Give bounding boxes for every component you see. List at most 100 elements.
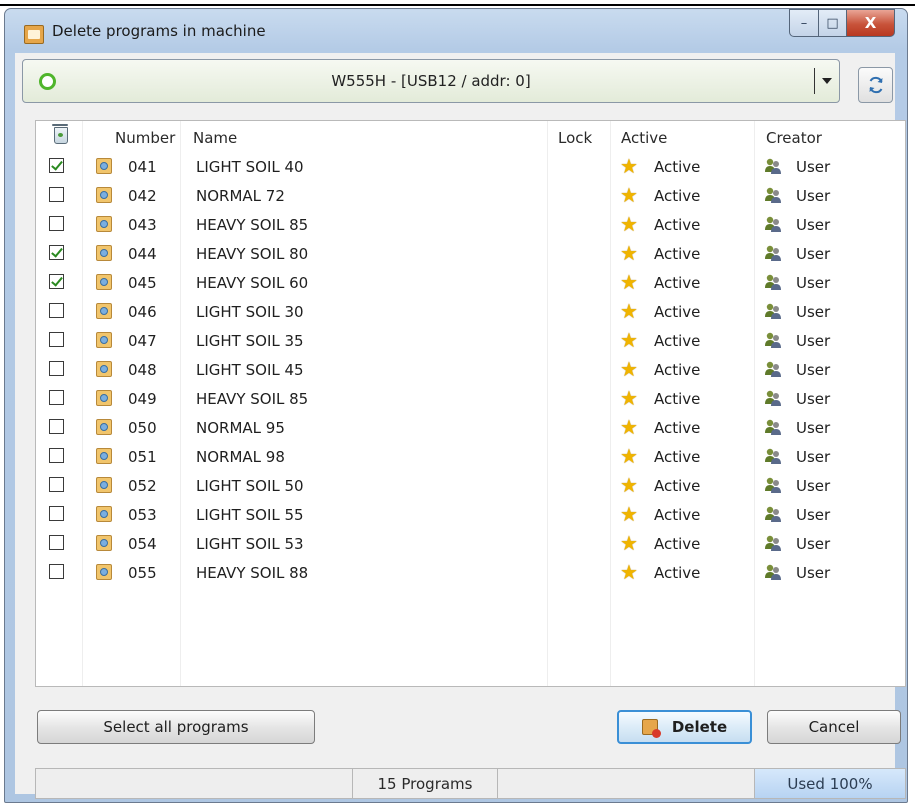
table-row[interactable]: 042 NORMAL 72 ★ Active User [36, 181, 905, 210]
chevron-down-icon[interactable] [814, 68, 837, 94]
machine-select[interactable]: W555H - [USB12 / addr: 0] [22, 59, 840, 103]
program-active: Active [654, 158, 701, 176]
users-icon [765, 448, 781, 464]
row-checkbox[interactable] [49, 158, 64, 173]
status-program-count: 15 Programs [352, 768, 498, 799]
column-header-number[interactable]: Number [115, 129, 175, 147]
row-checkbox[interactable] [49, 448, 64, 463]
program-creator: User [796, 187, 831, 205]
program-name: LIGHT SOIL 30 [196, 303, 304, 321]
refresh-icon [869, 76, 882, 94]
program-name: HEAVY SOIL 80 [196, 245, 309, 263]
row-checkbox[interactable] [49, 332, 64, 347]
table-row[interactable]: 047 LIGHT SOIL 35 ★ Active User [36, 326, 905, 355]
program-number: 054 [128, 535, 157, 553]
program-name: LIGHT SOIL 50 [196, 477, 304, 495]
row-checkbox[interactable] [49, 216, 64, 231]
table-row[interactable]: 055 HEAVY SOIL 88 ★ Active User [36, 558, 905, 587]
users-icon [765, 390, 781, 406]
trash-icon[interactable] [52, 124, 68, 144]
program-creator: User [796, 158, 831, 176]
row-checkbox[interactable] [49, 274, 64, 289]
row-checkbox[interactable] [49, 361, 64, 376]
program-creator: User [796, 274, 831, 292]
star-icon: ★ [620, 357, 638, 381]
row-checkbox[interactable] [49, 564, 64, 579]
table-header: Number Name Lock Active Creator [36, 121, 905, 153]
table-row[interactable]: 054 LIGHT SOIL 53 ★ Active User [36, 529, 905, 558]
cancel-button[interactable]: Cancel [767, 710, 901, 744]
status-cell-empty [35, 768, 353, 799]
program-creator: User [796, 216, 831, 234]
program-name: LIGHT SOIL 53 [196, 535, 304, 553]
star-icon: ★ [620, 328, 638, 352]
program-name: LIGHT SOIL 40 [196, 158, 304, 176]
program-number: 041 [128, 158, 157, 176]
program-active: Active [654, 216, 701, 234]
row-checkbox[interactable] [49, 506, 64, 521]
star-icon: ★ [620, 531, 638, 555]
table-row[interactable]: 049 HEAVY SOIL 85 ★ Active User [36, 384, 905, 413]
table-row[interactable]: 041 LIGHT SOIL 40 ★ Active User [36, 152, 905, 181]
program-file-icon [96, 303, 112, 319]
program-number: 049 [128, 390, 157, 408]
star-icon: ★ [620, 502, 638, 526]
program-file-icon [96, 448, 112, 464]
users-icon [765, 361, 781, 377]
program-active: Active [654, 332, 701, 350]
program-file-icon [96, 216, 112, 232]
program-number: 053 [128, 506, 157, 524]
program-file-icon [96, 158, 112, 174]
users-icon [765, 535, 781, 551]
column-header-lock[interactable]: Lock [558, 129, 592, 147]
refresh-button[interactable] [858, 67, 893, 103]
status-bar: 15 Programs Used 100% [35, 768, 906, 799]
column-header-creator[interactable]: Creator [766, 129, 822, 147]
table-row[interactable]: 052 LIGHT SOIL 50 ★ Active User [36, 471, 905, 500]
program-creator: User [796, 245, 831, 263]
table-row[interactable]: 051 NORMAL 98 ★ Active User [36, 442, 905, 471]
table-row[interactable]: 046 LIGHT SOIL 30 ★ Active User [36, 297, 905, 326]
row-checkbox[interactable] [49, 245, 64, 260]
delete-button-label: Delete [671, 718, 728, 736]
row-checkbox[interactable] [49, 303, 64, 318]
program-file-icon [96, 477, 112, 493]
table-row[interactable]: 045 HEAVY SOIL 60 ★ Active User [36, 268, 905, 297]
row-checkbox[interactable] [49, 187, 64, 202]
program-number: 043 [128, 216, 157, 234]
program-number: 055 [128, 564, 157, 582]
star-icon: ★ [620, 415, 638, 439]
star-icon: ★ [620, 473, 638, 497]
program-active: Active [654, 245, 701, 263]
row-checkbox[interactable] [49, 419, 64, 434]
program-name: NORMAL 95 [196, 419, 285, 437]
row-checkbox[interactable] [49, 390, 64, 405]
users-icon [765, 564, 781, 580]
users-icon [765, 332, 781, 348]
program-active: Active [654, 535, 701, 553]
row-checkbox[interactable] [49, 477, 64, 492]
table-row[interactable]: 048 LIGHT SOIL 45 ★ Active User [36, 355, 905, 384]
users-icon [765, 303, 781, 319]
program-number: 042 [128, 187, 157, 205]
column-header-active[interactable]: Active [621, 129, 667, 147]
close-button[interactable]: X [847, 9, 895, 37]
minimize-button[interactable]: – [789, 9, 819, 37]
program-name: HEAVY SOIL 85 [196, 216, 309, 234]
program-active: Active [654, 187, 701, 205]
program-number: 047 [128, 332, 157, 350]
column-header-name[interactable]: Name [193, 129, 237, 147]
users-icon [765, 245, 781, 261]
table-row[interactable]: 053 LIGHT SOIL 55 ★ Active User [36, 500, 905, 529]
maximize-button[interactable]: □ [819, 9, 847, 37]
program-active: Active [654, 274, 701, 292]
table-row[interactable]: 050 NORMAL 95 ★ Active User [36, 413, 905, 442]
title-bar[interactable]: Delete programs in machine – □ X [5, 9, 907, 53]
window-controls: – □ X [789, 9, 895, 37]
table-row[interactable]: 043 HEAVY SOIL 85 ★ Active User [36, 210, 905, 239]
select-all-button[interactable]: Select all programs [37, 710, 315, 744]
table-row[interactable]: 044 HEAVY SOIL 80 ★ Active User [36, 239, 905, 268]
delete-button[interactable]: Delete [617, 710, 752, 744]
row-checkbox[interactable] [49, 535, 64, 550]
star-icon: ★ [620, 444, 638, 468]
